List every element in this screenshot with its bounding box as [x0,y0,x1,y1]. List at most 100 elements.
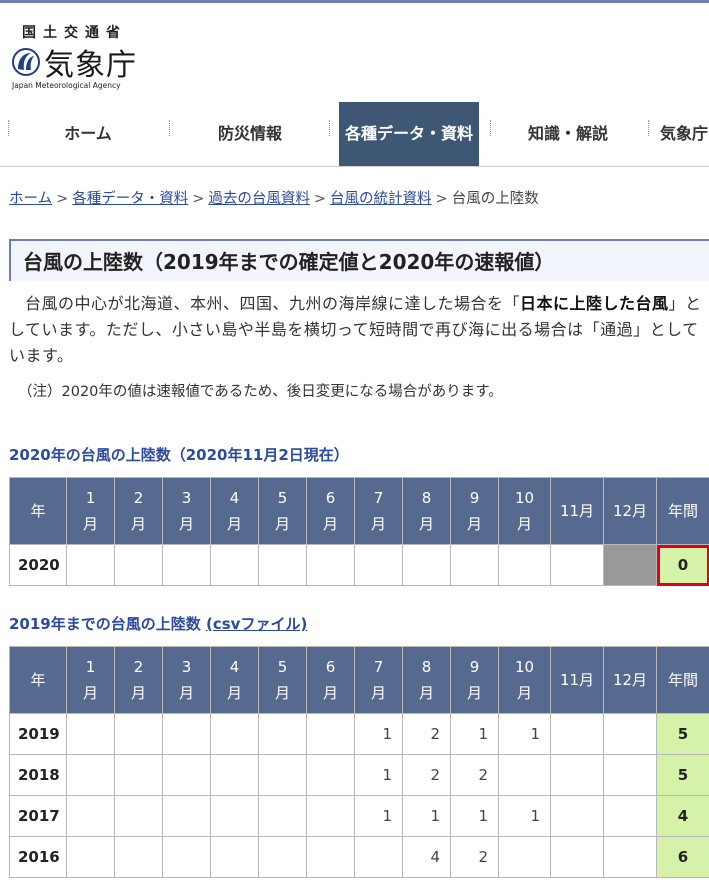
nav-item-disaster-info[interactable]: 防災情報 [182,102,318,166]
month-cell [114,713,163,755]
col-header-month: 6月 [306,477,355,545]
month-cell: 1 [498,713,551,755]
breadcrumb-link-home[interactable]: ホーム [9,191,52,207]
table-history: 年 1 月 2 月 3 月 4 月 5 月 6 月 7 月 8 月 9 月 10 月 11月 12月 年間 2019 1 2 1 1 5… [9,646,709,878]
table-row: 2016 4 2 6 [9,836,709,878]
nav-item-data-materials[interactable]: 各種データ・資料 [339,102,479,166]
csv-file-link[interactable]: (csvファイル) [206,615,307,633]
month-cell [306,836,355,878]
month-cell: 2 [402,713,451,755]
history-heading-text: 2019年までの台風の上陸数 [9,615,201,633]
month-cell [306,713,355,755]
table-row: 2018 1 2 2 5 [9,754,709,796]
month-cell [498,754,551,796]
month-cell [550,754,604,796]
col-header-month: 2月 [114,477,163,545]
col-header-month: 9月 [450,646,499,714]
month-cell [550,836,604,878]
table-row: 2019 1 2 1 1 5 [9,713,709,755]
month-cell: 2 [450,836,499,878]
nav-item-home[interactable]: ホーム [20,102,156,166]
month-cell [66,544,115,586]
nav-divider [490,120,491,136]
month-cell: 1 [450,713,499,755]
nav-item-knowledge[interactable]: 知識・解説 [500,102,636,166]
nav-divider [169,120,170,136]
jma-emblem-icon [12,48,40,76]
year-cell: 2020 [9,544,67,586]
year-cell: 2019 [9,713,67,755]
col-header-month: 3月 [162,477,211,545]
col-header-month: 7月 [354,477,403,545]
nav-item-agency[interactable]: 気象庁 [660,102,709,166]
month-cell: 1 [354,713,403,755]
intro-bold: 日本に上陸した台風 [520,294,669,313]
month-cell [66,713,115,755]
month-cell [162,836,211,878]
table-2020: 年 1 月 2 月 3 月 4 月 5 月 6 月 7 月 8 月 9 月 10 月 11月 12月 年間 2020 0 [9,477,709,586]
col-header-month: 12月 [603,477,657,545]
month-cell [550,795,604,837]
annual-total-cell: 4 [656,795,709,837]
col-header-month: 4月 [210,477,259,545]
table-row: 2017 1 1 1 1 4 [9,795,709,837]
section-heading-2020: 2020年の台風の上陸数（2020年11月2日現在） [9,446,349,464]
month-cell [210,754,259,796]
breadcrumb-current: 台風の上陸数 [451,191,539,207]
breadcrumb-link-past-typhoon[interactable]: 過去の台風資料 [208,191,310,207]
month-cell [210,713,259,755]
col-header-year: 年 [9,477,67,545]
month-cell: 2 [402,754,451,796]
year-cell: 2017 [9,795,67,837]
col-header-month: 4月 [210,646,259,714]
month-cell [354,544,403,586]
month-cell [306,544,355,586]
month-cell [306,795,355,837]
breadcrumb: ホーム > 各種データ・資料 > 過去の台風資料 > 台風の統計資料 > 台風の上陸数 [9,187,539,208]
month-cell [450,544,499,586]
col-header-month: 7月 [354,646,403,714]
col-header-month: 9月 [450,477,499,545]
month-cell [66,836,115,878]
month-cell [162,754,211,796]
month-cell: 1 [354,795,403,837]
nav-bottom-border [0,166,709,167]
breadcrumb-separator: > [313,191,327,207]
annual-total-cell: 5 [656,754,709,796]
table-header-row: 年 1 月 2 月 3 月 4 月 5 月 6 月 7 月 8 月 9 月 10 月 11月 12月 年間 [9,646,709,714]
breadcrumb-link-data[interactable]: 各種データ・資料 [72,191,188,207]
col-header-month: 8月 [402,477,451,545]
page-title: 台風の上陸数（2019年までの確定値と2020年の速報値） [9,239,709,281]
month-cell [66,795,115,837]
col-header-month: 5月 [258,477,307,545]
month-cell [114,544,163,586]
month-cell [498,836,551,878]
month-cell [258,795,307,837]
month-cell [258,713,307,755]
year-cell: 2018 [9,754,67,796]
month-cell: 1 [498,795,551,837]
jma-logo[interactable]: 国土交通省 気象庁 Japan Meteorological Agency [12,18,142,92]
month-cell: 1 [354,754,403,796]
month-cell [258,836,307,878]
month-cell [114,795,163,837]
nav-divider [329,120,330,136]
breadcrumb-link-typhoon-stats[interactable]: 台風の統計資料 [330,191,432,207]
month-cell [210,544,259,586]
ministry-name: 国土交通省 [22,25,127,41]
month-cell [603,836,657,878]
annual-total-cell: 5 [656,713,709,755]
annual-total-cell: 0 [656,544,709,586]
month-cell [306,754,355,796]
month-cell [603,754,657,796]
breadcrumb-separator: > [192,191,205,207]
col-header-month: 10 月 [498,477,551,545]
month-cell [354,836,403,878]
col-header-year: 年 [9,646,67,714]
month-cell [162,544,211,586]
month-cell: 4 [402,836,451,878]
nav-divider [648,120,649,136]
col-header-month: 11月 [550,477,604,545]
month-cell [550,713,604,755]
month-cell [66,754,115,796]
